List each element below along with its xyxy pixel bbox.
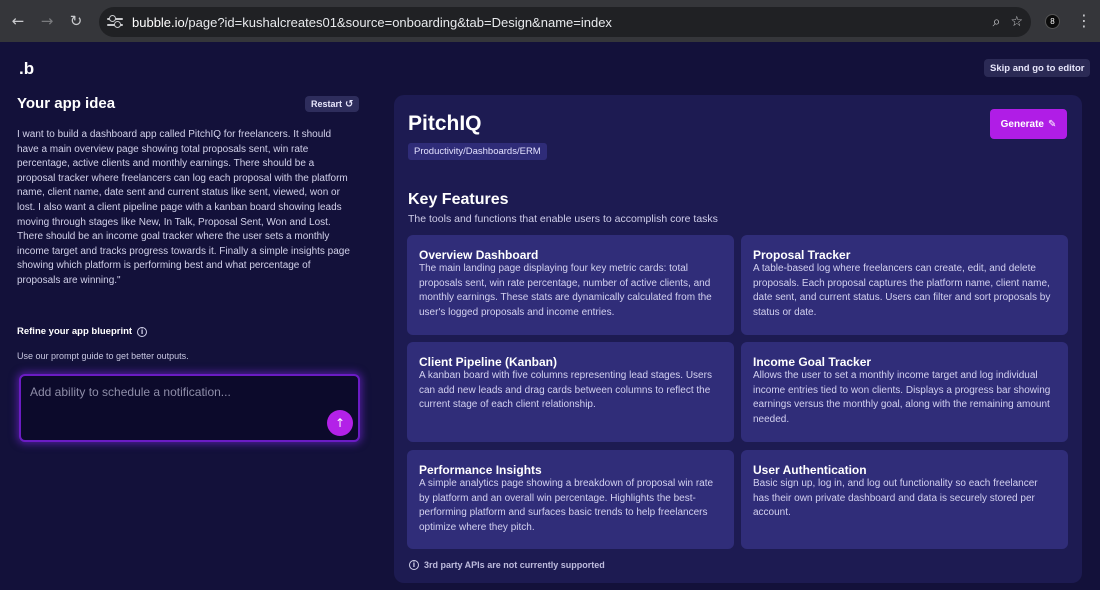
feature-card-performance-insights[interactable]: Performance Insights A simple analytics …	[407, 450, 734, 549]
feature-card-income-goal-tracker[interactable]: Income Goal Tracker Allows the user to s…	[741, 342, 1068, 442]
refine-prompt-box[interactable]: ↑	[19, 374, 360, 442]
generate-button[interactable]: Generate ✎	[990, 109, 1067, 139]
back-icon[interactable]: ←	[7, 10, 29, 32]
app-name-title: PitchIQ	[408, 112, 482, 135]
bookmark-star-icon[interactable]: ☆	[1010, 14, 1023, 30]
app-idea-title: Your app idea	[17, 95, 116, 112]
browser-menu-icon[interactable]: ⋮	[1076, 11, 1092, 30]
api-footnote: i 3rd party APIs are not currently suppo…	[409, 560, 605, 570]
restart-icon: ↺	[345, 98, 354, 110]
feature-title: Client Pipeline (Kanban)	[419, 355, 558, 369]
generate-label: Generate	[1000, 118, 1044, 130]
feature-title: Income Goal Tracker	[753, 355, 872, 369]
blueprint-panel: PitchIQ Productivity/Dashboards/ERM Gene…	[394, 95, 1082, 583]
site-settings-icon[interactable]	[107, 14, 123, 30]
url-text[interactable]: bubble.io/page?id=kushalcreates01&source…	[132, 15, 612, 30]
feature-card-overview-dashboard[interactable]: Overview Dashboard The main landing page…	[407, 235, 734, 335]
zoom-icon[interactable]: ⌕	[993, 14, 1001, 30]
reload-icon[interactable]: ↻	[65, 10, 87, 32]
restart-label: Restart	[311, 99, 343, 109]
magic-wand-icon: ✎	[1047, 118, 1057, 130]
feature-title: Overview Dashboard	[419, 248, 539, 262]
refine-blueprint-title: Refine your app blueprint i	[17, 326, 148, 337]
feature-description: A kanban board with five columns represe…	[419, 370, 712, 411]
category-badge: Productivity/Dashboards/ERM	[408, 143, 547, 160]
info-icon: i	[409, 560, 419, 570]
address-bar[interactable]: bubble.io/page?id=kushalcreates01&source…	[99, 7, 1031, 37]
api-footnote-text: 3rd party APIs are not currently support…	[424, 560, 605, 570]
info-icon[interactable]: i	[137, 326, 148, 337]
feature-title: Proposal Tracker	[753, 248, 851, 262]
key-features-title: Key Features	[408, 191, 509, 208]
browser-toolbar: ← → ↻ bubble.io/page?id=kushalcreates01&…	[0, 0, 1100, 42]
feature-card-client-pipeline[interactable]: Client Pipeline (Kanban) A kanban board …	[407, 342, 734, 442]
restart-button[interactable]: Restart ↺	[305, 96, 360, 112]
key-features-subtitle: The tools and functions that enable user…	[408, 213, 718, 225]
app-idea-text: I want to build a dashboard app called P…	[17, 129, 350, 286]
send-arrow-icon[interactable]: ↑	[327, 410, 353, 436]
prompt-guide-text: Use our prompt guide to get better outpu…	[17, 351, 189, 361]
feature-card-user-authentication[interactable]: User Authentication Basic sign up, log i…	[741, 450, 1068, 549]
skip-to-editor-button[interactable]: Skip and go to editor	[984, 59, 1091, 77]
url-domain: bubble.io	[132, 14, 185, 30]
feature-title: Performance Insights	[419, 463, 542, 477]
feature-title: User Authentication	[753, 463, 867, 477]
feature-description: A simple analytics page showing a breakd…	[419, 478, 714, 533]
feature-description: Allows the user to set a monthly income …	[753, 370, 1051, 425]
forward-icon[interactable]: →	[36, 10, 58, 32]
feature-description: Basic sign up, log in, and log out funct…	[753, 478, 1038, 519]
url-path: /page?id=kushalcreates01&source=onboardi…	[184, 14, 612, 30]
feature-description: The main landing page displaying four ke…	[419, 263, 712, 318]
feature-card-proposal-tracker[interactable]: Proposal Tracker A table-based log where…	[741, 235, 1068, 335]
refine-title-label: Refine your app blueprint	[17, 326, 133, 337]
bubble-logo[interactable]: .b	[19, 59, 34, 79]
refine-prompt-input[interactable]	[30, 385, 320, 399]
feature-description: A table-based log where freelancers can …	[753, 263, 1051, 318]
profile-avatar[interactable]: 8	[1045, 14, 1060, 29]
